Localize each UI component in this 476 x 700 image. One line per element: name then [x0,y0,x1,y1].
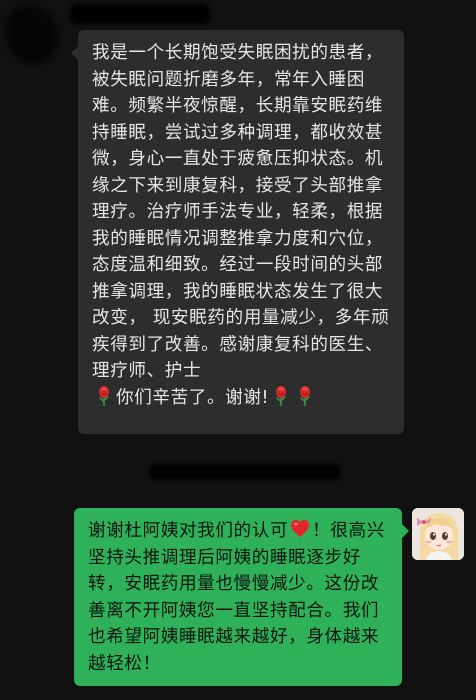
redacted-sender-avatar [6,6,58,64]
received-message-body: 我是一个长期饱受失眠困扰的患者，被失眠问题折磨多年，常年入睡困难。频繁半夜惊醒，… [92,43,390,381]
heart-emoji-icon [291,520,310,537]
my-avatar[interactable] [412,508,464,560]
rose-emoji-icon [276,385,287,406]
sent-message-part-1: 谢谢杜阿姨对我们的认可 [88,521,289,541]
rose-emoji-icon [300,385,311,406]
sent-message-bubble[interactable]: 谢谢杜阿姨对我们的认可 ！很高兴坚持头推调理后阿姨的睡眠逐步好转，安眠药用量也慢… [74,508,409,686]
received-message-text: 我是一个长期饱受失眠困扰的患者，被失眠问题折磨多年，常年入睡困难。频繁半夜惊醒，… [92,40,394,411]
anime-girl-avatar-icon [412,508,464,560]
sent-message-part-2: ！很高兴坚持头推调理后阿姨的睡眠逐步好转，安眠药用量也慢慢减少。这份改善离不开阿… [88,521,385,674]
sent-message-text: 谢谢杜阿姨对我们的认可 ！很高兴坚持头推调理后阿姨的睡眠逐步好转，安眠药用量也慢… [88,518,392,677]
rose-emoji-icon [99,385,109,406]
redacted-sender-name [70,4,210,24]
received-message-bubble[interactable]: 我是一个长期饱受失眠困扰的患者，被失眠问题折磨多年，常年入睡困难。频繁半夜惊醒，… [71,30,404,434]
redacted-timestamp [150,464,340,480]
received-message-closing: 你们辛苦了。谢谢! [116,387,270,408]
